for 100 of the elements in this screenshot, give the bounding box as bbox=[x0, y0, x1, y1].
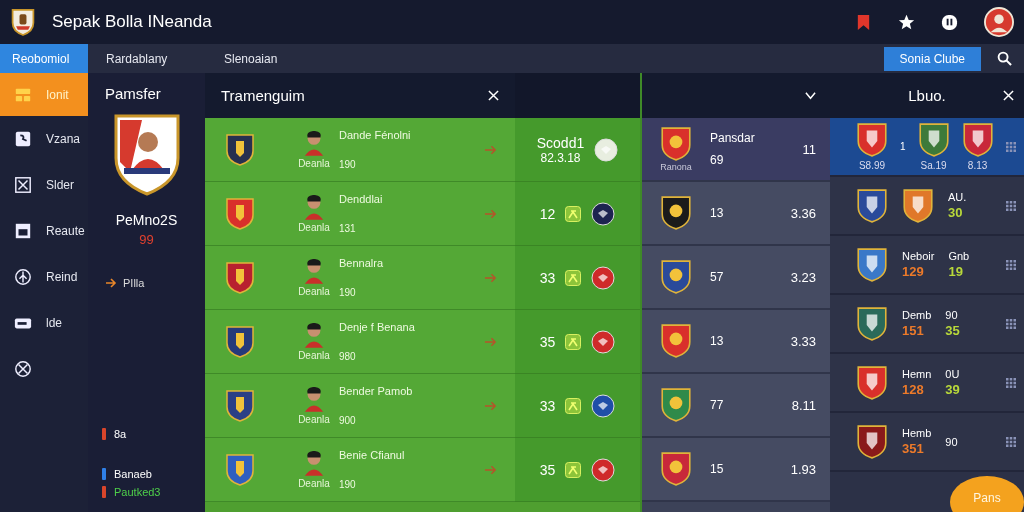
club-value: 8.11 bbox=[791, 397, 816, 413]
club-button[interactable]: Sonia Clube bbox=[883, 46, 981, 71]
player-label: Deanla bbox=[298, 414, 330, 425]
player-name: Bender Pamob bbox=[339, 385, 414, 397]
club-row[interactable]: S8.99 1 Sa.19 8.13 bbox=[830, 118, 1024, 177]
player-number: 980 bbox=[339, 351, 357, 362]
cross-icon bbox=[14, 176, 32, 194]
stats-row[interactable]: 77 8.11 bbox=[642, 374, 830, 438]
grid-icon[interactable] bbox=[1006, 436, 1016, 447]
shield-logo-icon bbox=[10, 7, 36, 37]
player-name: Benie Cfianul bbox=[339, 449, 406, 461]
player-name: Denje f Benana bbox=[339, 321, 416, 333]
club-value: 11 bbox=[802, 141, 816, 157]
sidebar-item[interactable]: Reind bbox=[0, 254, 88, 300]
runner-badge-icon bbox=[565, 269, 582, 286]
star-icon[interactable] bbox=[898, 13, 915, 31]
runner-badge-icon bbox=[565, 397, 582, 414]
club-value: 3.36 bbox=[790, 205, 816, 221]
grid-icon[interactable] bbox=[1006, 200, 1016, 211]
app-title: Sepak Bolla INeanda bbox=[52, 12, 212, 32]
score-value: Scodd1 bbox=[536, 134, 585, 151]
sidebar-item[interactable]: Vzana bbox=[0, 116, 88, 162]
grid-icon[interactable] bbox=[1006, 259, 1016, 270]
stat-label: 90 bbox=[945, 435, 958, 448]
player-label: Deanla bbox=[298, 478, 330, 489]
player-label: Deanla bbox=[298, 222, 330, 233]
club-caption: 8.13 bbox=[967, 160, 988, 171]
stats-row[interactable]: 13 3.33 bbox=[642, 310, 830, 374]
sidebar-item[interactable]: lde bbox=[0, 300, 88, 346]
player-silhouette-icon bbox=[303, 386, 325, 412]
stat-label: Demb bbox=[902, 309, 932, 321]
stat-value: 39 bbox=[945, 382, 960, 397]
grid-icon[interactable] bbox=[1006, 377, 1016, 388]
club-number: 13 bbox=[710, 334, 725, 348]
stat-label: Hemb bbox=[902, 427, 932, 439]
user-avatar-icon[interactable] bbox=[984, 7, 1014, 37]
grid-icon[interactable] bbox=[1006, 141, 1016, 152]
panel-title: Lbuo. bbox=[908, 87, 946, 104]
compass-icon bbox=[14, 268, 32, 286]
stat-value: 35 bbox=[945, 323, 960, 338]
club-number: 69 bbox=[710, 153, 725, 167]
chat-icon[interactable] bbox=[941, 13, 958, 31]
stat-label: 0U bbox=[945, 368, 960, 380]
player-rating: 99 bbox=[139, 232, 154, 247]
stat-value: 19 bbox=[948, 264, 964, 279]
stat-label: Neboir bbox=[902, 250, 935, 262]
club-caption: S8.99 bbox=[858, 160, 886, 171]
tab[interactable]: Rardablany bbox=[88, 44, 206, 73]
stat-label: Hemn bbox=[902, 368, 932, 380]
sidebar-item[interactable]: Slder bbox=[0, 162, 88, 208]
player-label: Deanla bbox=[298, 350, 330, 361]
club-caption: Sa.19 bbox=[920, 160, 947, 171]
club-number: 57 bbox=[710, 270, 725, 284]
grid-icon[interactable] bbox=[1006, 318, 1016, 329]
stats-row[interactable]: 13 3.36 bbox=[642, 182, 830, 246]
stats-row[interactable]: Ranona Pansdar 69 11 bbox=[642, 118, 830, 182]
sidebar-item[interactable]: Reaute bbox=[0, 208, 88, 254]
legend-label: Banaeb bbox=[114, 468, 152, 480]
tab[interactable]: Slenoaian bbox=[206, 44, 324, 73]
player-name: Denddlai bbox=[339, 193, 384, 205]
player-silhouette-icon bbox=[303, 258, 325, 284]
stat-value: 151 bbox=[902, 323, 925, 338]
club-caption: Ranona bbox=[660, 162, 692, 172]
search-icon[interactable] bbox=[997, 51, 1012, 66]
club-marker: 1 bbox=[900, 141, 906, 152]
player-label: Deanla bbox=[298, 286, 330, 297]
club-number: 77 bbox=[710, 398, 725, 412]
club-value: 3.33 bbox=[790, 333, 816, 349]
runner-badge-icon bbox=[565, 205, 582, 222]
score-value: 12 bbox=[539, 205, 556, 222]
player-silhouette-icon bbox=[303, 450, 325, 476]
player-link[interactable]: PIlla bbox=[105, 277, 145, 289]
player-number: 190 bbox=[339, 287, 357, 298]
player-silhouette-icon bbox=[303, 194, 325, 220]
player-name: Dande Fénolni bbox=[339, 129, 412, 141]
player-number: 190 bbox=[339, 479, 357, 490]
score-detail: 82.3.18 bbox=[540, 150, 581, 165]
player-number: 190 bbox=[339, 159, 357, 170]
tab[interactable]: Reobomiol bbox=[0, 44, 88, 73]
close-icon[interactable] bbox=[1003, 90, 1014, 101]
stats-row[interactable]: 15 1.93 bbox=[642, 438, 830, 502]
club-name: Pansdar bbox=[710, 131, 756, 145]
panel-title: Pamsfer bbox=[104, 85, 161, 102]
score-value: 35 bbox=[539, 461, 556, 478]
legend-label: Pautked3 bbox=[114, 486, 161, 498]
stat-value: 128 bbox=[902, 382, 925, 397]
player-number: 131 bbox=[339, 223, 357, 234]
club-number: 13 bbox=[710, 206, 725, 220]
bookmark-icon[interactable] bbox=[855, 13, 872, 31]
score-value: 33 bbox=[539, 269, 556, 286]
close-icon[interactable] bbox=[488, 90, 499, 101]
runner-badge-icon bbox=[565, 333, 582, 350]
club-number: 15 bbox=[710, 462, 725, 476]
player-label: Deanla bbox=[298, 158, 330, 169]
panel-title: Tramenguim bbox=[221, 87, 305, 104]
stats-row[interactable]: 57 3.23 bbox=[642, 246, 830, 310]
player-name: PeMno2S bbox=[115, 212, 178, 228]
chevron-down-icon[interactable] bbox=[805, 90, 816, 101]
stat-value: 351 bbox=[902, 441, 925, 456]
player-silhouette-icon bbox=[303, 130, 325, 156]
